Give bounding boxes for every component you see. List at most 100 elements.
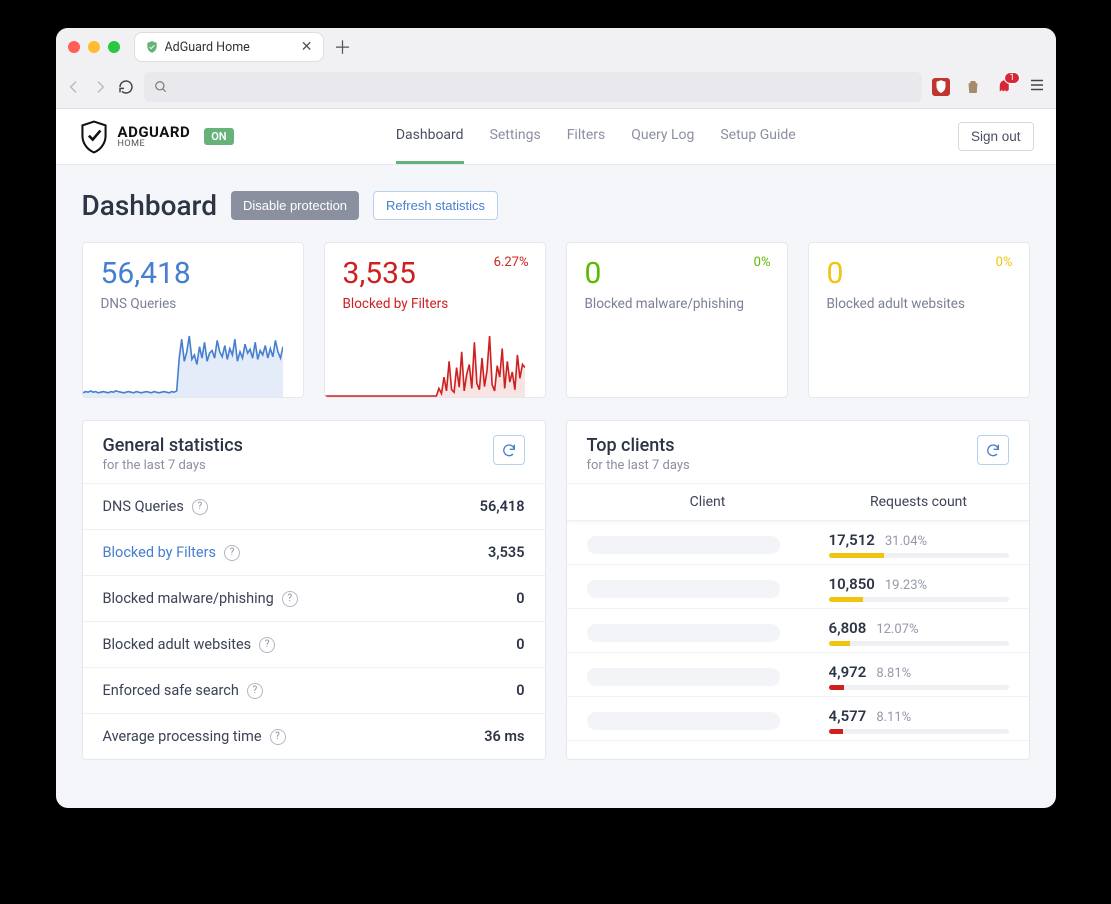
col-client: Client: [587, 494, 829, 510]
reload-icon[interactable]: [118, 79, 134, 95]
back-icon[interactable]: [66, 79, 82, 95]
sign-out-button[interactable]: Sign out: [958, 122, 1034, 151]
client-row[interactable]: 4,577 8.11%: [567, 697, 1029, 741]
request-percent: 8.11%: [876, 710, 911, 725]
help-icon[interactable]: ?: [259, 637, 275, 653]
logo-text: ADGUARD HOME: [118, 125, 191, 149]
card-label: DNS Queries: [101, 296, 285, 312]
request-bar: [829, 729, 1009, 734]
stat-label: Average processing time ?: [103, 728, 286, 745]
stat-value: 56,418: [480, 498, 525, 515]
client-name-redacted: [587, 668, 781, 686]
nav-dashboard[interactable]: Dashboard: [396, 109, 464, 164]
request-count: 4,577: [829, 707, 867, 725]
card-pct: 6.27%: [494, 255, 529, 270]
forward-icon[interactable]: [92, 79, 108, 95]
panel-title: Top clients: [587, 435, 690, 456]
help-icon[interactable]: ?: [224, 545, 240, 561]
card-value: 0: [827, 257, 1011, 290]
help-icon[interactable]: ?: [270, 729, 286, 745]
panel-general-statistics: General statistics for the last 7 days D…: [82, 420, 546, 760]
nav-settings[interactable]: Settings: [490, 109, 541, 164]
adguard-logo-icon: [78, 119, 110, 155]
nav-setup-guide[interactable]: Setup Guide: [720, 109, 795, 164]
client-row[interactable]: 6,808 12.07%: [567, 609, 1029, 653]
refresh-panel-button[interactable]: [493, 435, 525, 465]
card-blocked-adult[interactable]: 0% 0 Blocked adult websites: [808, 242, 1030, 398]
ublock-icon[interactable]: [932, 78, 950, 96]
panel-title: General statistics: [103, 435, 243, 456]
client-row[interactable]: 17,512 31.04%: [567, 521, 1029, 565]
refresh-statistics-button[interactable]: Refresh statistics: [373, 191, 498, 220]
address-input[interactable]: [144, 72, 922, 102]
requests-cell: 6,808 12.07%: [829, 619, 1009, 646]
protection-status-badge: ON: [204, 128, 233, 145]
browser-chrome: AdGuard Home ✕ ＋: [56, 28, 1056, 109]
nav-filters[interactable]: Filters: [567, 109, 606, 164]
card-label: Blocked malware/phishing: [585, 296, 769, 312]
blocked-sparkline: [325, 335, 525, 397]
client-row[interactable]: 10,850 19.23%: [567, 565, 1029, 609]
request-count: 6,808: [829, 619, 867, 637]
logo[interactable]: ADGUARD HOME: [78, 119, 191, 155]
close-tab-icon[interactable]: ✕: [301, 39, 313, 55]
request-percent: 19.23%: [885, 578, 927, 593]
card-pct: 0%: [754, 255, 771, 270]
card-blocked-malware[interactable]: 0% 0 Blocked malware/phishing: [566, 242, 788, 398]
request-percent: 31.04%: [885, 534, 927, 549]
extension-icons: 1: [932, 76, 1046, 98]
stat-row: DNS Queries ? 56,418: [83, 483, 545, 529]
new-tab-button[interactable]: ＋: [334, 34, 352, 60]
card-value: 0: [585, 257, 769, 290]
stat-label: Blocked malware/phishing ?: [103, 590, 298, 607]
card-value: 56,418: [101, 257, 285, 290]
request-bar: [829, 597, 1009, 602]
main-nav: Dashboard Settings Filters Query Log Set…: [248, 109, 944, 164]
dns-sparkline: [83, 335, 283, 397]
request-count: 10,850: [829, 575, 875, 593]
search-icon: [154, 80, 168, 94]
client-name-redacted: [587, 580, 781, 598]
client-name-redacted: [587, 712, 781, 730]
page-title: Dashboard: [82, 189, 217, 222]
disable-protection-button[interactable]: Disable protection: [231, 191, 359, 220]
brand-name: ADGUARD: [118, 125, 191, 140]
stat-label: Enforced safe search ?: [103, 682, 263, 699]
tab-title: AdGuard Home: [165, 40, 295, 55]
card-blocked-filters[interactable]: 6.27% 3,535 Blocked by Filters: [324, 242, 546, 398]
panel-top-clients: Top clients for the last 7 days Client R…: [566, 420, 1030, 760]
client-row[interactable]: 4,972 8.81%: [567, 653, 1029, 697]
stat-row: Blocked adult websites ? 0: [83, 621, 545, 667]
extension-badge: 1: [1004, 72, 1019, 84]
minimize-window-icon[interactable]: [88, 41, 100, 53]
refresh-panel-button[interactable]: [977, 435, 1009, 465]
close-window-icon[interactable]: [68, 41, 80, 53]
client-rows: 17,512 31.04% 10,850 19.23% 6,808 12.07%: [567, 521, 1029, 741]
requests-cell: 4,577 8.11%: [829, 707, 1009, 734]
help-icon[interactable]: ?: [282, 591, 298, 607]
browser-tab[interactable]: AdGuard Home ✕: [134, 32, 324, 62]
request-count: 17,512: [829, 531, 875, 549]
stat-value: 0: [516, 636, 524, 653]
nav-buttons: [66, 79, 134, 95]
stat-value: 0: [516, 590, 524, 607]
panel-header: Top clients for the last 7 days: [567, 421, 1029, 483]
trash-extension-icon[interactable]: [964, 78, 982, 96]
panels-row: General statistics for the last 7 days D…: [82, 420, 1030, 760]
nav-querylog[interactable]: Query Log: [631, 109, 694, 164]
ghostery-extension-icon[interactable]: 1: [996, 78, 1014, 96]
stat-label[interactable]: Blocked by Filters ?: [103, 544, 241, 561]
request-bar: [829, 685, 1009, 690]
hamburger-menu-icon[interactable]: [1028, 76, 1046, 98]
stat-row: Enforced safe search ? 0: [83, 667, 545, 713]
tab-bar: AdGuard Home ✕ ＋: [56, 28, 1056, 66]
stat-cards: 56,418 DNS Queries 6.27% 3,535 Blocked b…: [82, 242, 1030, 398]
panel-header: General statistics for the last 7 days: [83, 421, 545, 483]
request-percent: 8.81%: [876, 666, 911, 681]
help-icon[interactable]: ?: [192, 499, 208, 515]
stat-value: 0: [516, 682, 524, 699]
help-icon[interactable]: ?: [247, 683, 263, 699]
card-dns-queries[interactable]: 56,418 DNS Queries: [82, 242, 304, 398]
maximize-window-icon[interactable]: [108, 41, 120, 53]
brand-subtitle: HOME: [118, 140, 191, 149]
